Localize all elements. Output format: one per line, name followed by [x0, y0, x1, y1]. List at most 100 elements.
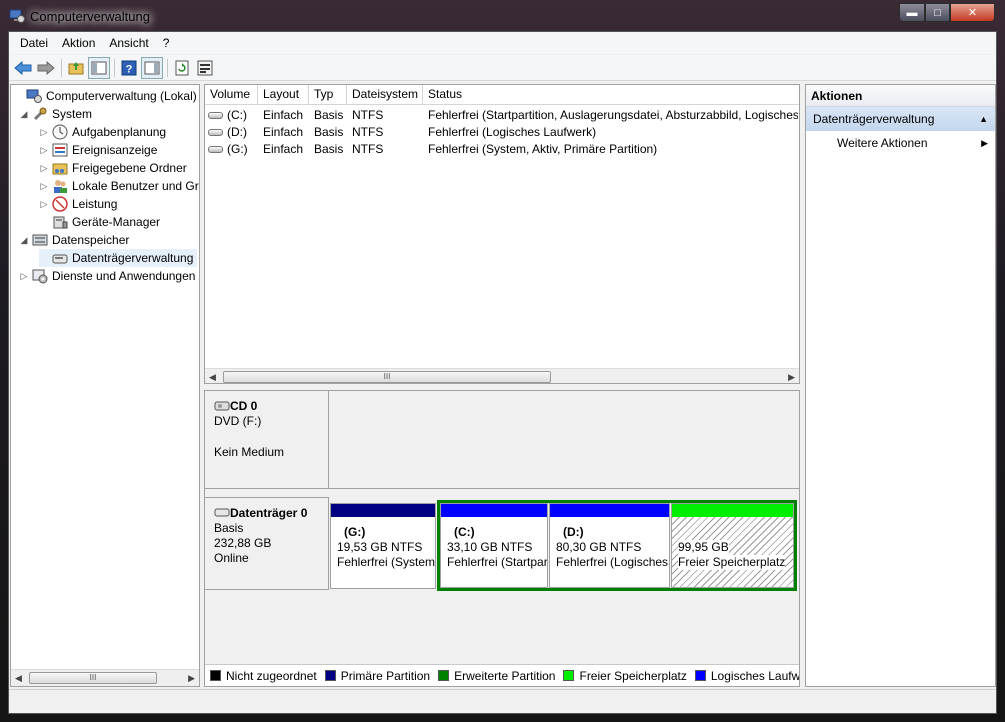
disk-area-cd0[interactable] — [329, 391, 799, 489]
toolbar: ? — [9, 55, 996, 81]
disk-size: 232,88 GB — [214, 536, 272, 550]
computer-management-icon — [9, 9, 25, 23]
drive-icon — [208, 146, 223, 154]
refresh-icon[interactable] — [171, 57, 193, 79]
scroll-right-icon[interactable]: ▶ — [188, 673, 195, 684]
cell-layout: Einfach — [263, 108, 304, 122]
toolbar-separator — [167, 58, 168, 77]
submenu-arrow-icon: ▶ — [981, 138, 988, 148]
disk-media-status: Kein Medium — [214, 445, 285, 459]
expand-arrow-icon[interactable]: ▷ — [39, 145, 49, 156]
tree-item-geraete-manager[interactable]: Geräte-Manager — [52, 213, 160, 231]
toolbar-separator — [114, 58, 115, 77]
maximize-button[interactable]: □ — [925, 3, 950, 22]
legend-swatch — [324, 670, 336, 681]
partition-g[interactable]: (G:) 19,53 GB NTFS Fehlerfrei (System, A… — [330, 503, 436, 589]
action-label: Weitere Aktionen — [837, 136, 928, 150]
scrollbar-thumb[interactable]: III — [29, 672, 157, 684]
device-manager-icon — [53, 216, 68, 229]
disk-name: CD 0 — [230, 399, 258, 413]
performance-icon — [52, 196, 68, 212]
up-folder-icon[interactable] — [65, 57, 87, 79]
legend-item: Nicht zugeordnet — [210, 669, 317, 683]
legend-label: Primäre Partition — [340, 668, 431, 683]
cell-typ: Basis — [314, 108, 344, 122]
title-bar[interactable]: Computerverwaltung ▬ □ ✕ — [0, 0, 1005, 32]
tree-item-leistung[interactable]: ▷ Leistung — [39, 195, 117, 213]
disk-name: Datenträger 0 — [230, 506, 308, 520]
close-button[interactable]: ✕ — [950, 3, 995, 22]
tree-item-dienste[interactable]: ▷ Dienste und Anwendungen — [19, 267, 195, 285]
partition-status: Fehlerfrei (System, Aktiv, Primäre Parti… — [337, 555, 435, 569]
tree-item-ereignisanzeige[interactable]: ▷ Ereignisanzeige — [39, 141, 158, 159]
expand-arrow-icon[interactable]: ▷ — [39, 181, 49, 192]
cd-drive-icon — [214, 401, 230, 411]
partition-d[interactable]: (D:) 80,30 GB NTFS Fehlerfrei (Logisches… — [549, 503, 670, 588]
legend-label: Nicht zugeordnet — [226, 668, 317, 683]
menu-bar: Datei Aktion Ansicht ? — [9, 32, 996, 54]
expand-arrow-icon[interactable]: ▷ — [39, 199, 49, 210]
disk-state: Online — [214, 551, 249, 565]
partition-size: 19,53 GB NTFS — [337, 540, 423, 554]
settings-icon[interactable] — [194, 57, 216, 79]
expand-arrow-icon[interactable]: ▷ — [39, 163, 49, 174]
column-header-volume[interactable]: Volume — [205, 85, 258, 105]
minimize-button[interactable]: ▬ — [899, 3, 925, 22]
tree-horizontal-scrollbar[interactable]: ◀ III ▶ — [11, 669, 199, 686]
column-header-dateisystem[interactable]: Dateisystem — [347, 85, 423, 105]
volume-list-horizontal-scrollbar[interactable]: ◀ III ▶ — [205, 368, 799, 383]
collapse-up-icon[interactable]: ▲ — [979, 107, 988, 131]
disk-label-cd0[interactable]: CD 0 DVD (F:) Kein Medium — [205, 391, 329, 489]
table-row[interactable]: (D:) Einfach Basis NTFS Fehlerfrei (Logi… — [205, 124, 799, 141]
cell-typ: Basis — [314, 125, 344, 139]
volume-list: Volume Layout Typ Dateisystem Status (C:… — [204, 84, 800, 384]
scroll-right-icon[interactable]: ▶ — [788, 372, 795, 383]
column-header-layout[interactable]: Layout — [258, 85, 309, 105]
collapse-arrow-icon[interactable]: ◢ — [19, 109, 29, 120]
menu-aktion[interactable]: Aktion — [55, 36, 102, 50]
tree-item-root[interactable]: Computerverwaltung (Lokal) — [13, 87, 197, 105]
cell-dateisystem: NTFS — [352, 142, 384, 156]
tree-label-geraete-manager: Geräte-Manager — [72, 215, 161, 229]
show-hide-tree-icon[interactable] — [88, 56, 110, 79]
tree-item-system[interactable]: ◢ System — [19, 105, 92, 123]
column-header-status[interactable]: Status — [423, 85, 799, 105]
tree-item-aufgabenplanung[interactable]: ▷ Aufgabenplanung — [39, 123, 166, 141]
forward-icon[interactable] — [35, 57, 57, 79]
menu-ansicht[interactable]: Ansicht — [102, 36, 155, 50]
partition-color-bar — [550, 504, 669, 517]
legend-swatch — [210, 670, 221, 681]
tree-item-freigegebene-ordner[interactable]: ▷ Freigegebene Ordner — [39, 159, 187, 177]
legend-swatch — [438, 670, 450, 681]
window-client: Datei Aktion Ansicht ? ? Computerverwalt… — [8, 31, 997, 714]
legend-item: Freier Speicherplatz — [563, 669, 687, 683]
menu-help[interactable]: ? — [156, 36, 177, 50]
tree-label-datentraegerverwaltung: Datenträgerverwaltung — [72, 251, 194, 265]
scrollbar-thumb[interactable]: III — [223, 371, 551, 383]
tree-item-datenspeicher[interactable]: ◢ Datenspeicher — [19, 231, 130, 249]
action-weitere-aktionen[interactable]: Weitere Aktionen ▶ — [806, 131, 995, 155]
tree-item-lokale-benutzer[interactable]: ▷ Lokale Benutzer und Gruppen — [39, 177, 199, 195]
actions-section-datentraegerverwaltung[interactable]: Datenträgerverwaltung ▲ — [806, 107, 995, 131]
partition-free-space[interactable]: 99,95 GB Freier Speicherplatz — [671, 503, 794, 588]
table-row[interactable]: (G:) Einfach Basis NTFS Fehlerfrei (Syst… — [205, 141, 799, 158]
expand-arrow-icon[interactable]: ▷ — [19, 271, 29, 282]
scroll-left-icon[interactable]: ◀ — [15, 673, 22, 684]
partition-size: 99,95 GB — [678, 540, 729, 555]
table-row[interactable]: (C:) Einfach Basis NTFS Fehlerfrei (Star… — [205, 107, 799, 124]
collapse-arrow-icon[interactable]: ◢ — [19, 235, 29, 246]
tree-item-datentraegerverwaltung[interactable]: Datenträgerverwaltung — [39, 249, 198, 267]
volume-list-header: Volume Layout Typ Dateisystem Status — [205, 85, 799, 105]
disk-label-disk0[interactable]: Datenträger 0 Basis 232,88 GB Online — [205, 497, 329, 590]
column-header-typ[interactable]: Typ — [309, 85, 347, 105]
help-icon[interactable]: ? — [118, 57, 140, 79]
back-icon[interactable] — [12, 57, 34, 79]
properties-icon[interactable] — [141, 56, 163, 79]
partition-c[interactable]: (C:) 33,10 GB NTFS Fehlerfrei (Startpart… — [440, 503, 548, 588]
partition-title — [678, 525, 791, 540]
expand-arrow-icon[interactable]: ▷ — [39, 127, 49, 138]
menu-datei[interactable]: Datei — [13, 36, 55, 50]
cell-volume: (C:) — [227, 108, 247, 122]
scroll-left-icon[interactable]: ◀ — [209, 372, 216, 383]
window-title: Computerverwaltung — [30, 9, 150, 24]
